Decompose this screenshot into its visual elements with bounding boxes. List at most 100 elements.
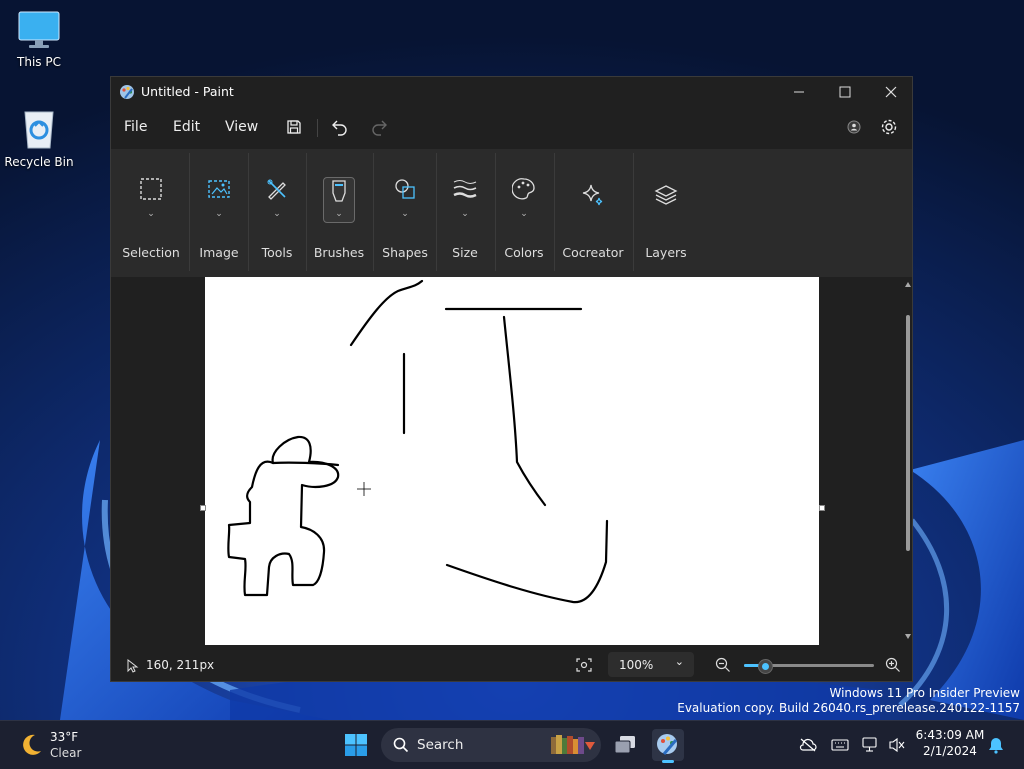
canvas-workspace[interactable]	[111, 277, 912, 647]
paint-app-icon	[657, 734, 678, 755]
maximize-button[interactable]	[822, 77, 868, 107]
scroll-thumb	[906, 315, 910, 551]
brushes-group[interactable]: ⌄ Brushes	[309, 149, 369, 277]
watermark-line-2: Evaluation copy. Build 26040.rs_prerelea…	[677, 701, 1020, 715]
task-view-button[interactable]	[609, 729, 641, 761]
zoom-slider-thumb[interactable]	[758, 659, 773, 674]
monitor-icon	[18, 11, 60, 48]
evaluation-watermark: Windows 11 Pro Insider Preview Evaluatio…	[677, 686, 1020, 715]
this-pc-label: This PC	[17, 55, 61, 69]
size-group[interactable]: ⌄ Size	[437, 149, 493, 277]
tools-icon	[267, 179, 286, 200]
resize-handle-left[interactable]	[200, 505, 206, 511]
scroll-down-arrow	[905, 634, 911, 639]
cocreator-group[interactable]: Cocreator	[557, 149, 629, 277]
settings-button[interactable]	[875, 113, 903, 141]
chevron-down-icon: ⌄	[674, 655, 684, 668]
sparkle-icon	[582, 184, 603, 206]
save-button[interactable]	[280, 113, 308, 141]
shapes-label: Shapes	[382, 245, 428, 260]
onedrive-offline-icon[interactable]	[799, 738, 817, 752]
palette-icon	[512, 178, 535, 200]
undo-button[interactable]	[326, 113, 354, 141]
tools-group[interactable]: ⌄ Tools	[249, 149, 305, 277]
colors-group[interactable]: ⌄ Colors	[496, 149, 552, 277]
account-button[interactable]	[840, 113, 868, 141]
this-pc-desktop-icon[interactable]: This PC	[1, 10, 77, 69]
scroll-up-arrow	[905, 282, 911, 287]
cursor-position: 160, 211px	[146, 658, 215, 672]
chevron-down-icon: ⌄	[215, 209, 223, 219]
recycle-bin-desktop-icon[interactable]: Recycle Bin	[1, 106, 77, 169]
zoom-dropdown[interactable]: 100% ⌄	[608, 652, 694, 677]
redo-icon	[372, 120, 387, 136]
recycle-bin-label: Recycle Bin	[4, 155, 74, 169]
menu-separator	[317, 119, 318, 137]
minimize-icon	[794, 91, 804, 93]
search-highlight-books-icon	[551, 735, 595, 754]
ribbon-separator	[189, 153, 190, 271]
zoom-out-icon[interactable]	[715, 657, 731, 673]
cursor-crosshair	[357, 482, 371, 496]
layers-group[interactable]: Layers	[635, 149, 697, 277]
redo-button[interactable]	[365, 113, 393, 141]
window-title: Untitled - Paint	[141, 84, 234, 99]
status-bar: 160, 211px 100% ⌄	[111, 647, 912, 681]
selection-group[interactable]: ⌄ Selection	[119, 149, 183, 277]
brushes-label: Brushes	[313, 245, 365, 260]
keyboard-icon[interactable]	[831, 739, 849, 751]
vertical-scrollbar[interactable]	[903, 277, 912, 645]
menu-view[interactable]: View	[225, 119, 258, 135]
drawing-canvas[interactable]	[205, 277, 819, 645]
task-view-icon	[614, 736, 635, 754]
moon-icon	[23, 734, 41, 755]
chevron-down-icon: ⌄	[147, 209, 155, 219]
close-icon	[885, 86, 897, 98]
minimize-button[interactable]	[776, 77, 822, 107]
search-label: Search	[417, 737, 464, 753]
volume-muted-icon[interactable]	[888, 737, 906, 753]
watermark-line-1: Windows 11 Pro Insider Preview	[829, 686, 1020, 700]
cocreator-label: Cocreator	[562, 245, 624, 260]
stroke-arc	[349, 279, 424, 347]
zoom-value: 100%	[619, 658, 654, 672]
recycle-bin-icon	[24, 111, 54, 149]
colors-label: Colors	[504, 245, 544, 260]
selection-icon	[140, 178, 162, 200]
ribbon-toolbar: ⌄ Selection ⌄ Image ⌄ Tools ⌄ Brushes ⌄ …	[111, 149, 912, 277]
windows-logo-icon	[345, 734, 367, 756]
active-app-indicator	[662, 760, 674, 763]
ribbon-separator	[633, 153, 634, 271]
zoom-in-icon[interactable]	[885, 657, 901, 673]
weather-temperature: 33°F	[50, 730, 79, 744]
paint-taskbar-button[interactable]	[652, 729, 684, 763]
zoom-slider[interactable]	[744, 659, 874, 674]
clock[interactable]: 6:43:09 AM 2/1/2024	[912, 728, 988, 758]
chevron-down-icon: ⌄	[335, 209, 343, 219]
menu-file[interactable]: File	[124, 119, 147, 135]
shapes-group[interactable]: ⌄ Shapes	[375, 149, 435, 277]
maximize-icon	[839, 86, 851, 98]
clock-time: 6:43:09 AM	[915, 728, 985, 742]
title-bar[interactable]: Untitled - Paint	[111, 77, 912, 107]
account-icon	[847, 120, 861, 134]
image-icon	[208, 180, 230, 198]
ribbon-separator	[306, 153, 307, 271]
search-box[interactable]: Search	[381, 728, 601, 762]
chevron-down-icon: ⌄	[401, 209, 409, 219]
stroke-visor	[271, 461, 340, 467]
start-button[interactable]	[340, 729, 372, 761]
chevron-down-icon: ⌄	[520, 209, 528, 219]
tools-label: Tools	[261, 245, 293, 260]
notification-bell-icon[interactable]	[988, 736, 1004, 754]
close-button[interactable]	[868, 77, 912, 107]
stroke-long-curve	[502, 315, 547, 507]
weather-widget[interactable]: 33°F Clear	[16, 729, 116, 761]
image-group[interactable]: ⌄ Image	[191, 149, 247, 277]
shapes-icon	[395, 179, 415, 199]
resize-handle-right[interactable]	[819, 505, 825, 511]
fit-to-window-icon[interactable]	[576, 658, 592, 672]
menu-edit[interactable]: Edit	[173, 119, 200, 135]
gear-icon	[881, 119, 897, 135]
network-icon[interactable]	[862, 737, 880, 753]
